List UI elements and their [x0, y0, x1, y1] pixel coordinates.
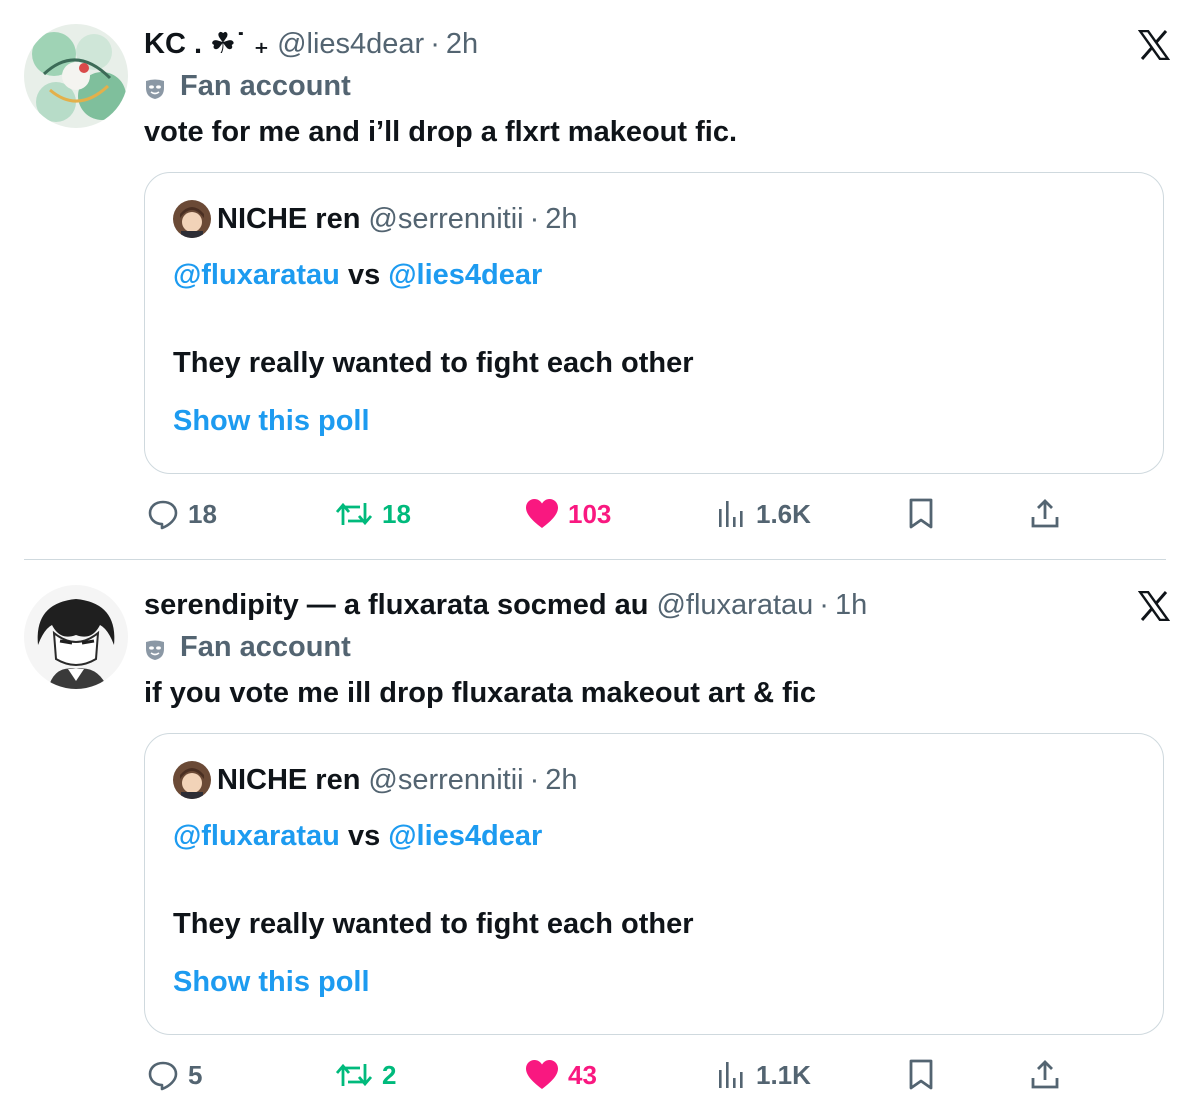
fan-account-label: Fan account [144, 627, 351, 667]
mask-icon [144, 636, 166, 660]
reply-count: 18 [188, 498, 217, 529]
share-button[interactable] [1028, 492, 1070, 536]
quoted-handle[interactable]: @serrennitii [368, 203, 523, 236]
bookmark-icon [909, 498, 933, 529]
share-icon [1031, 1060, 1059, 1089]
display-name[interactable]: KC . ☘︎˙ ₊ [144, 24, 269, 64]
separator-dot: · [430, 28, 440, 60]
quoted-mentions: @fluxaratau vs @lies4dear [173, 255, 542, 295]
action-bar: 5 2 43 1.1K [0, 1053, 1200, 1097]
mask-icon [144, 75, 166, 99]
separator-dot: · [819, 589, 829, 621]
like-button[interactable]: 103 [524, 492, 611, 536]
bookmark-button[interactable] [906, 1053, 944, 1097]
like-count: 43 [568, 1059, 597, 1090]
reply-icon [148, 500, 178, 530]
separator-dot: · [529, 202, 540, 235]
user-handle[interactable]: @lies4dear [277, 24, 424, 64]
bookmark-button[interactable] [906, 492, 944, 536]
quoted-tweet[interactable]: NICHE ren @serrennitii · 2h @fluxaratau … [144, 733, 1164, 1035]
quoted-text: They really wanted to fight each other [173, 347, 694, 379]
tweet-text: if you vote me ill drop fluxarata makeou… [144, 677, 816, 709]
retweet-count: 18 [382, 498, 411, 529]
like-count: 103 [568, 498, 612, 529]
views-icon [719, 1062, 743, 1088]
vs-text: vs [347, 820, 381, 852]
views-count: 1.6K [756, 498, 811, 529]
vs-text: vs [347, 259, 381, 291]
reply-button[interactable]: 18 [146, 492, 217, 536]
mention-link[interactable]: @lies4dear [388, 820, 542, 852]
heart-icon [526, 1060, 558, 1089]
user-handle[interactable]: @fluxaratau [656, 585, 813, 625]
fan-account-text: Fan account [180, 69, 351, 102]
display-name[interactable]: serendipity — a fluxarata socmed au [144, 585, 648, 625]
avatar[interactable] [24, 585, 128, 689]
reply-count: 5 [188, 1059, 203, 1090]
timestamp[interactable]: 2h [446, 24, 478, 64]
fan-account-label: Fan account [144, 66, 351, 106]
reply-button[interactable]: 5 [146, 1053, 202, 1097]
share-icon [1031, 499, 1059, 528]
quoted-timestamp[interactable]: 2h [545, 764, 577, 797]
quoted-text: They really wanted to fight each other [173, 908, 694, 940]
show-poll-link[interactable]: Show this poll [173, 962, 370, 1002]
quoted-timestamp[interactable]: 2h [545, 203, 577, 236]
action-bar: 18 18 103 1.6K [0, 492, 1200, 536]
x-logo-icon[interactable] [1137, 590, 1171, 622]
heart-icon [526, 499, 558, 528]
views-count: 1.1K [756, 1059, 811, 1090]
quoted-handle[interactable]: @serrennitii [368, 764, 523, 797]
quoted-avatar[interactable] [173, 761, 211, 799]
mention-link[interactable]: @lies4dear [388, 259, 542, 291]
views-button[interactable]: 1.6K [716, 492, 811, 536]
quoted-tweet[interactable]: NICHE ren @serrennitii · 2h @fluxaratau … [144, 172, 1164, 474]
like-button[interactable]: 43 [524, 1053, 597, 1097]
views-icon [719, 501, 743, 527]
quoted-display-name[interactable]: NICHE ren [217, 764, 360, 797]
timestamp[interactable]: 1h [835, 585, 867, 625]
bookmark-icon [909, 1059, 933, 1090]
quoted-display-name[interactable]: NICHE ren [217, 203, 360, 236]
quoted-mentions: @fluxaratau vs @lies4dear [173, 816, 542, 856]
retweet-count: 2 [382, 1059, 397, 1090]
retweet-button[interactable]: 2 [334, 1053, 396, 1097]
x-logo-icon[interactable] [1137, 29, 1171, 61]
mention-link[interactable]: @fluxaratau [173, 820, 340, 852]
divider [24, 559, 1166, 560]
tweet-text: vote for me and i’ll drop a flxrt makeou… [144, 116, 737, 148]
show-poll-link[interactable]: Show this poll [173, 401, 370, 441]
share-button[interactable] [1028, 1053, 1070, 1097]
retweet-button[interactable]: 18 [334, 492, 411, 536]
avatar[interactable] [24, 24, 128, 128]
quoted-avatar[interactable] [173, 200, 211, 238]
retweet-icon [335, 502, 373, 526]
fan-account-text: Fan account [180, 630, 351, 663]
separator-dot: · [529, 763, 540, 796]
retweet-icon [335, 1063, 373, 1087]
reply-icon [148, 1061, 178, 1091]
views-button[interactable]: 1.1K [716, 1053, 811, 1097]
mention-link[interactable]: @fluxaratau [173, 259, 340, 291]
